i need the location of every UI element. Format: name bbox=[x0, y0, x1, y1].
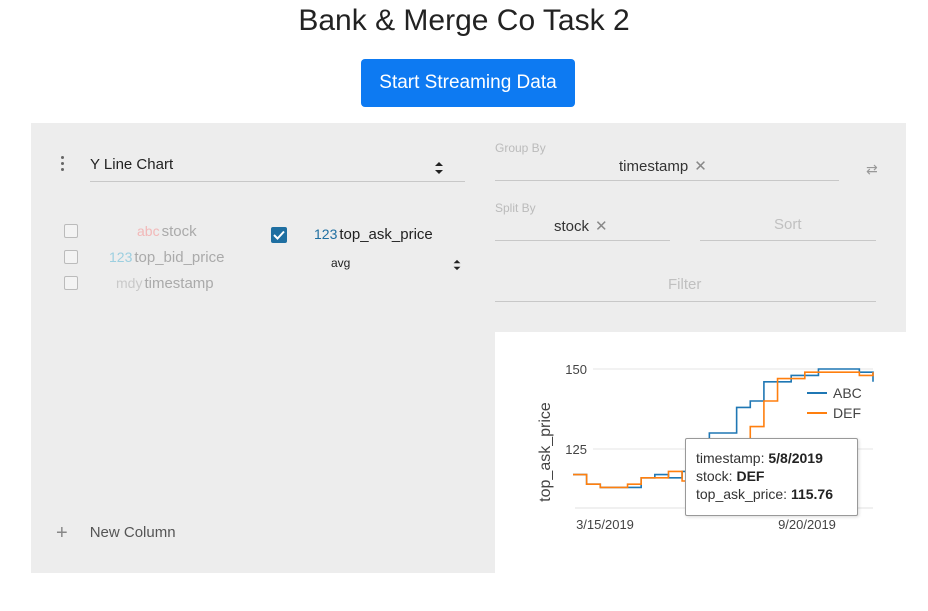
plugin-select[interactable]: Y Line Chart bbox=[90, 154, 465, 182]
column-name: timestamp bbox=[144, 275, 214, 292]
legend[interactable]: ABC DEF bbox=[807, 385, 862, 421]
group-by-value: timestamp bbox=[619, 158, 689, 175]
filter-underline bbox=[495, 301, 876, 302]
tooltip-label: stock: bbox=[696, 468, 737, 484]
tooltip-price: 115.76 bbox=[790, 486, 834, 502]
column-top-bid-price[interactable]: 123 top_bid_price bbox=[109, 249, 224, 266]
column-name: stock bbox=[161, 223, 197, 240]
config-menu-icon[interactable] bbox=[59, 156, 65, 174]
sort-field[interactable]: Sort bbox=[774, 216, 802, 233]
column-checkbox-top-bid-price[interactable] bbox=[64, 250, 78, 264]
type-icon-number: 123 bbox=[314, 226, 338, 242]
group-by-underline bbox=[495, 180, 839, 181]
tooltip-stock: DEF bbox=[736, 468, 765, 484]
column-name: top_ask_price bbox=[339, 226, 433, 243]
column-timestamp[interactable]: mdy timestamp bbox=[116, 275, 214, 292]
type-icon-date: mdy bbox=[116, 275, 143, 291]
page-title: Bank & Merge Co Task 2 bbox=[298, 4, 630, 37]
chart-tooltip: timestamp: 5/8/2019 stock: DEF top_ask_p… bbox=[685, 438, 858, 516]
aggregate-value: avg bbox=[331, 256, 351, 270]
x-tick-label: 9/20/2019 bbox=[778, 517, 836, 532]
split-by-value: stock bbox=[554, 218, 590, 235]
column-stock[interactable]: abc stock bbox=[137, 223, 197, 240]
x-tick-label: 3/15/2019 bbox=[576, 517, 634, 532]
split-by-underline bbox=[495, 240, 670, 241]
remove-icon[interactable]: ✕ bbox=[694, 158, 707, 175]
swap-icon[interactable]: ⇄ bbox=[866, 161, 878, 178]
filter-field[interactable]: Filter bbox=[668, 276, 701, 293]
remove-icon[interactable]: ✕ bbox=[595, 218, 608, 235]
column-name: top_bid_price bbox=[134, 249, 225, 266]
type-icon-number: 123 bbox=[109, 249, 133, 265]
group-by-pill[interactable]: timestamp ✕ bbox=[619, 157, 707, 175]
legend-label-def: DEF bbox=[833, 405, 861, 421]
column-checkbox-top-ask-price[interactable] bbox=[271, 227, 287, 243]
split-by-label: Split By bbox=[495, 201, 536, 215]
start-streaming-button[interactable]: Start Streaming Data bbox=[361, 59, 575, 107]
new-column-label: New Column bbox=[89, 524, 176, 541]
new-column-button[interactable]: + New Column bbox=[56, 522, 176, 545]
plus-icon: + bbox=[56, 522, 68, 544]
active-column-top-ask-price[interactable]: 123 top_ask_price bbox=[314, 226, 433, 243]
type-icon-string: abc bbox=[137, 223, 160, 239]
y-tick-label: 150 bbox=[565, 362, 587, 377]
legend-label-abc: ABC bbox=[833, 385, 862, 401]
split-by-pill[interactable]: stock ✕ bbox=[554, 217, 608, 235]
tooltip-timestamp: 5/8/2019 bbox=[768, 450, 823, 466]
plugin-label: Y Line Chart bbox=[90, 156, 174, 173]
tooltip-label: top_ask_price: bbox=[696, 486, 791, 502]
tooltip-label: timestamp: bbox=[696, 450, 769, 466]
group-by-label: Group By bbox=[495, 141, 546, 155]
column-checkbox-stock[interactable] bbox=[64, 224, 78, 238]
select-arrows-icon bbox=[435, 162, 443, 174]
y-tick-label: 125 bbox=[565, 442, 587, 457]
aggregate-select[interactable]: avg bbox=[331, 256, 461, 274]
select-arrows-icon bbox=[453, 259, 461, 271]
y-axis-label: top_ask_price bbox=[537, 402, 554, 502]
sort-underline bbox=[700, 240, 876, 241]
column-checkbox-timestamp[interactable] bbox=[64, 276, 78, 290]
